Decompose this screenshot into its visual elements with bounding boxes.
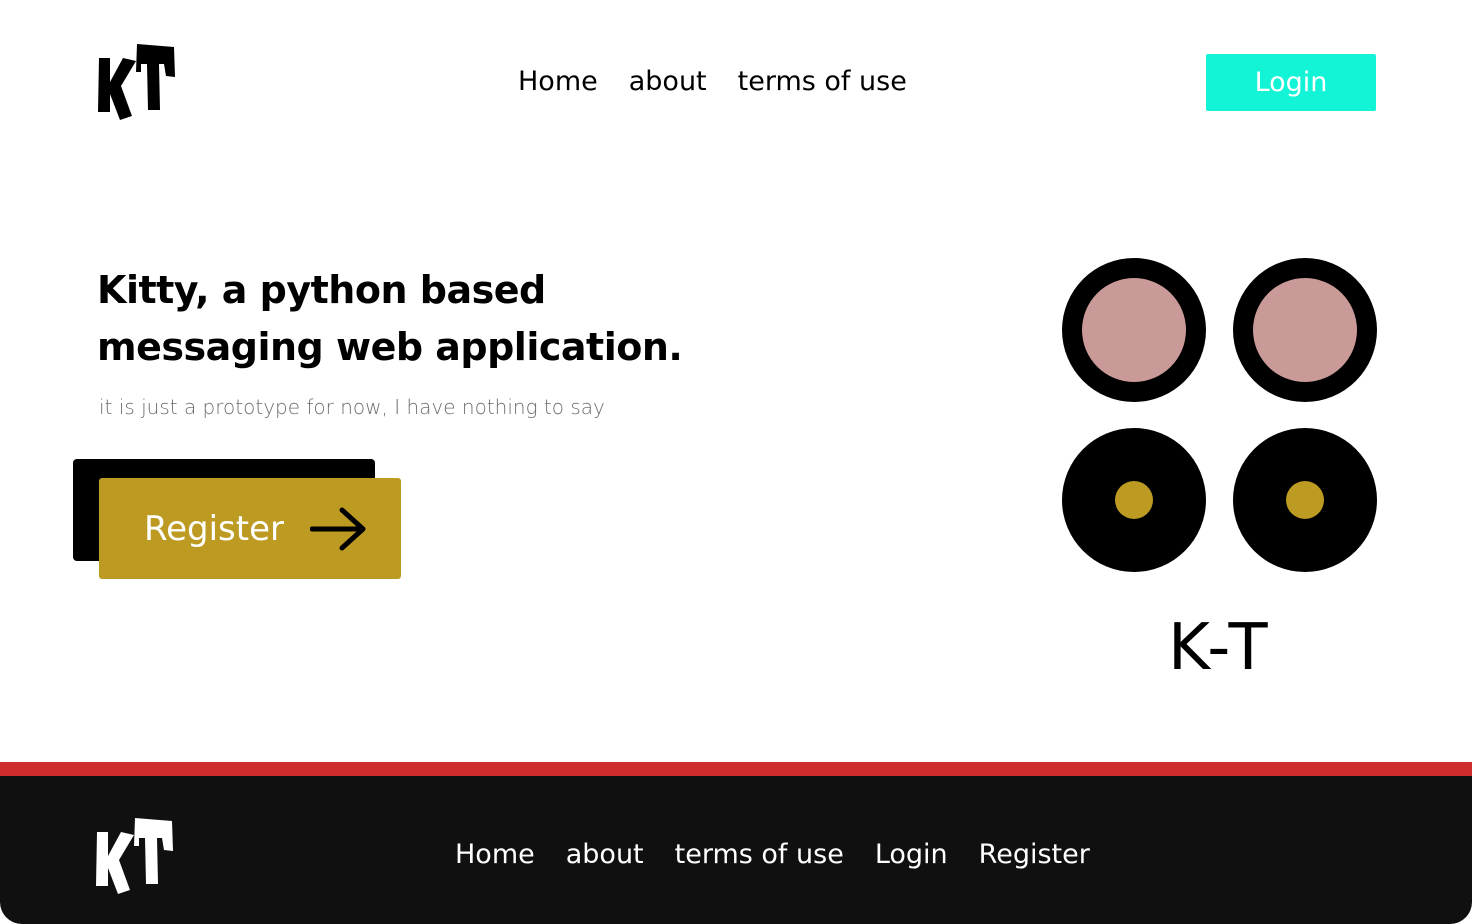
footer-nav-register[interactable]: Register (979, 837, 1090, 873)
footer-nav-terms-of-use[interactable]: terms of use (675, 837, 844, 873)
footer-nav-about[interactable]: about (566, 837, 644, 873)
gold-dot (1115, 481, 1153, 519)
eye-circle-bottom-right (1233, 428, 1377, 572)
hero-title-line2: messaging web application. (97, 325, 683, 369)
pink-eye (1082, 278, 1186, 382)
eye-circle-top-left (1062, 258, 1206, 402)
register-label: Register (144, 508, 284, 549)
kt-logo-icon[interactable] (96, 44, 178, 120)
nav-about[interactable]: about (629, 64, 707, 100)
hero-subtitle: it is just a prototype for now, I have n… (99, 395, 605, 419)
pink-eye (1253, 278, 1357, 382)
kt-caption: K-T (1168, 611, 1272, 685)
top-nav: Home about terms of use (518, 64, 907, 100)
nav-terms-of-use[interactable]: terms of use (738, 64, 907, 100)
footer: Home about terms of use Login Register (0, 776, 1472, 924)
gold-dot (1286, 481, 1324, 519)
hero-title-line1: Kitty, a python based (97, 268, 546, 312)
nav-home[interactable]: Home (518, 64, 598, 100)
register-button[interactable]: Register (99, 478, 401, 579)
footer-nav-login[interactable]: Login (875, 837, 948, 873)
kt-logo-icon[interactable] (94, 818, 176, 894)
hero-title: Kitty, a python based messaging web appl… (97, 262, 737, 376)
eye-circle-top-right (1233, 258, 1377, 402)
footer-nav: Home about terms of use Login Register (455, 837, 1090, 873)
eye-circle-bottom-left (1062, 428, 1206, 572)
login-button[interactable]: Login (1206, 54, 1376, 111)
footer-nav-home[interactable]: Home (455, 837, 535, 873)
arrow-right-icon (309, 507, 368, 551)
